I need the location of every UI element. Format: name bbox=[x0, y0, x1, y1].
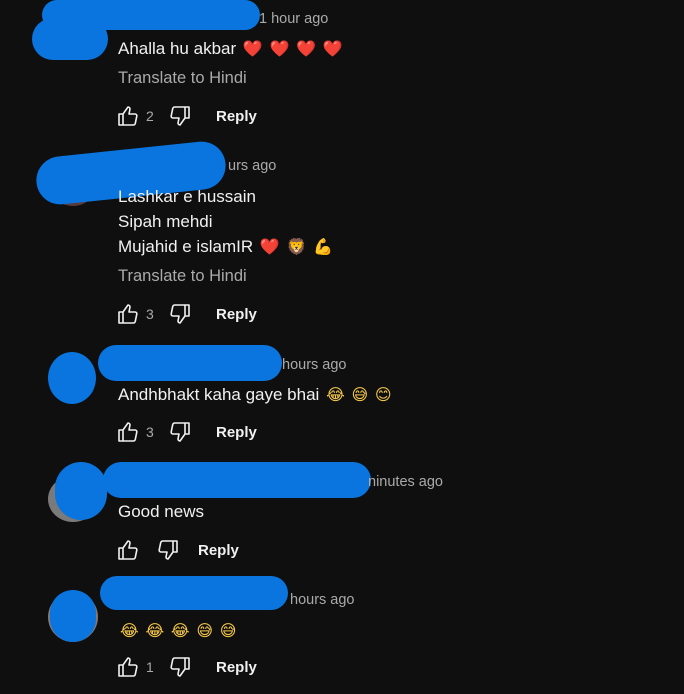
comment-text: 😂 😂 😂 😅 😅 bbox=[118, 621, 236, 641]
comment-timestamp[interactable]: 1 hour ago bbox=[259, 11, 328, 27]
thumbs-down-icon[interactable] bbox=[166, 300, 194, 328]
reply-button[interactable]: Reply bbox=[198, 542, 239, 559]
emoji: 🦁 bbox=[286, 237, 307, 256]
redaction-mark bbox=[98, 345, 282, 381]
comment-actions: 1 Reply bbox=[114, 653, 257, 681]
emoji: 😂 bbox=[326, 385, 345, 404]
thumbs-up-icon[interactable] bbox=[114, 102, 142, 130]
redaction-mark bbox=[42, 0, 260, 30]
like-count: 2 bbox=[146, 108, 154, 124]
thumbs-down-icon[interactable] bbox=[166, 418, 194, 446]
emoji: 😂 bbox=[170, 621, 190, 640]
translate-link[interactable]: Translate to Hindi bbox=[118, 267, 247, 286]
reply-button[interactable]: Reply bbox=[216, 108, 257, 125]
comment-text-line: Lashkar e hussain bbox=[118, 187, 256, 206]
comment-timestamp[interactable]: urs ago bbox=[228, 158, 276, 174]
comment-actions: 3 Reply bbox=[114, 418, 257, 446]
comment-actions: 3 Reply bbox=[114, 300, 257, 328]
reply-button[interactable]: Reply bbox=[216, 659, 257, 676]
emoji: 😊 bbox=[374, 385, 392, 404]
avatar[interactable] bbox=[48, 352, 96, 404]
emoji: 💪 bbox=[313, 237, 334, 256]
comment-text-line: Good news bbox=[118, 502, 204, 521]
emoji: 😅 bbox=[196, 621, 213, 640]
reply-button[interactable]: Reply bbox=[216, 306, 257, 323]
comment-text: Ahalla hu akbar ❤️ ❤️ ❤️ ❤️ bbox=[118, 39, 343, 59]
thumbs-down-icon[interactable] bbox=[166, 102, 194, 130]
emoji: ❤️ bbox=[322, 39, 343, 58]
redaction-mark bbox=[55, 462, 107, 520]
comment-actions: Reply bbox=[114, 536, 239, 564]
comment-text-line: Mujahid e islamIR bbox=[118, 237, 254, 256]
emoji: 😅 bbox=[351, 385, 369, 404]
thumbs-up-icon[interactable] bbox=[114, 418, 142, 446]
redaction-mark bbox=[103, 462, 371, 498]
comment-timestamp[interactable]: hours ago bbox=[282, 357, 347, 373]
redaction-mark bbox=[100, 576, 288, 610]
thumbs-up-icon[interactable] bbox=[114, 653, 142, 681]
emoji: ❤️ bbox=[269, 39, 290, 58]
comment-text-line: Ahalla hu akbar bbox=[118, 39, 237, 58]
thumbs-down-icon[interactable] bbox=[154, 536, 182, 564]
comment-text: Andhbhakt kaha gaye bhai 😂 😅 😊 bbox=[118, 385, 392, 405]
comment-timestamp[interactable]: ninutes ago bbox=[368, 474, 443, 490]
comment-text-line: Sipah mehdi bbox=[118, 212, 213, 231]
like-count: 3 bbox=[146, 306, 154, 322]
comment-text: Mujahid e islamIR ❤️ 🦁 💪 bbox=[118, 237, 333, 257]
redaction-mark bbox=[50, 590, 96, 642]
emoji: ❤️ bbox=[242, 39, 263, 58]
thumbs-down-icon[interactable] bbox=[166, 653, 194, 681]
thumbs-up-icon[interactable] bbox=[114, 536, 142, 564]
emoji: 😂 bbox=[145, 621, 165, 640]
comment-timestamp[interactable]: hours ago bbox=[290, 592, 355, 608]
emoji: 😂 bbox=[120, 621, 139, 640]
emoji: ❤️ bbox=[259, 237, 280, 256]
thumbs-up-icon[interactable] bbox=[114, 300, 142, 328]
translate-link[interactable]: Translate to Hindi bbox=[118, 69, 247, 88]
comment-actions: 2 Reply bbox=[114, 102, 257, 130]
emoji: ❤️ bbox=[296, 39, 317, 58]
emoji: 😅 bbox=[219, 621, 237, 640]
like-count: 3 bbox=[146, 424, 154, 440]
comment-text-line: Andhbhakt kaha gaye bhai bbox=[118, 385, 320, 404]
reply-button[interactable]: Reply bbox=[216, 424, 257, 441]
like-count: 1 bbox=[146, 659, 154, 675]
